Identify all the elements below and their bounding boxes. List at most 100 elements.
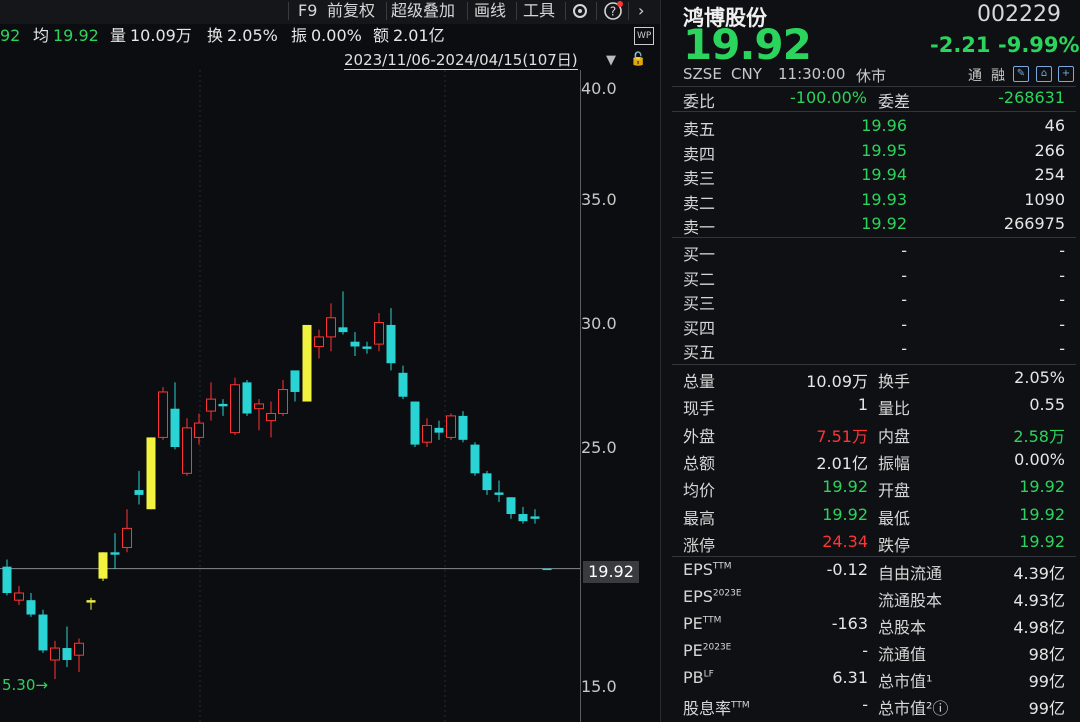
candle bbox=[230, 377, 240, 436]
fund-label: EPS2023E bbox=[683, 587, 742, 606]
last-price: 19.92 bbox=[683, 20, 812, 69]
bid-price[interactable]: - bbox=[901, 241, 907, 260]
stat-label: 开盘 bbox=[878, 481, 911, 501]
bid-level-label: 买二 bbox=[683, 269, 716, 289]
overlay-button[interactable]: 超级叠加 bbox=[391, 0, 455, 22]
fund-label: 自由流通 bbox=[878, 564, 943, 583]
help-icon[interactable]: ? bbox=[603, 0, 623, 22]
bell-icon[interactable]: ⌂ bbox=[1036, 66, 1052, 82]
dropdown-triangle-icon[interactable]: ▼ bbox=[606, 53, 616, 68]
toolbar-divider bbox=[628, 2, 629, 20]
candle bbox=[386, 308, 396, 371]
ask-level-label: 卖三 bbox=[683, 169, 716, 188]
candle-body bbox=[134, 490, 144, 495]
candle-body bbox=[38, 614, 48, 651]
stat-label: 内盘 bbox=[878, 426, 911, 446]
candle bbox=[110, 533, 120, 570]
tools-button[interactable]: 工具 bbox=[523, 0, 555, 22]
candle bbox=[254, 399, 264, 431]
stat-value: 19.92 bbox=[1019, 504, 1065, 524]
bid-level-label: 买四 bbox=[683, 318, 716, 338]
bid-price[interactable]: - bbox=[901, 290, 907, 309]
candle-body bbox=[434, 427, 444, 433]
stat-label: 换手 bbox=[878, 372, 911, 391]
add-icon[interactable]: + bbox=[1058, 66, 1074, 82]
ask-price[interactable]: 19.95 bbox=[861, 141, 907, 160]
bid-volume: - bbox=[1059, 265, 1065, 285]
candle-body bbox=[182, 427, 192, 474]
wp-badge[interactable]: WP bbox=[634, 27, 655, 45]
draw-line-button[interactable]: 画线 bbox=[474, 0, 506, 22]
candle-body bbox=[62, 648, 72, 661]
stat-value: 0.00% bbox=[1014, 449, 1065, 469]
ask-volume: 254 bbox=[1034, 165, 1065, 184]
stat-label: 总量 bbox=[683, 372, 716, 391]
stat-label: 现手 bbox=[683, 399, 716, 419]
edit-icon[interactable]: ✎ bbox=[1013, 66, 1029, 82]
candle bbox=[290, 370, 300, 402]
fund-label: 流通值 bbox=[878, 645, 927, 664]
stat-value: 10.09万 bbox=[806, 372, 868, 391]
ask-price[interactable]: 19.92 bbox=[861, 214, 907, 233]
stat-label: 均价 bbox=[683, 481, 716, 501]
candle-body bbox=[398, 372, 408, 397]
stat-label: 量比 bbox=[878, 399, 911, 419]
stock-code: 002229 bbox=[977, 2, 1061, 27]
ask-price[interactable]: 19.93 bbox=[861, 190, 907, 209]
candle bbox=[410, 401, 420, 447]
candle-body bbox=[254, 403, 264, 410]
gear-icon[interactable] bbox=[571, 0, 589, 22]
candle bbox=[14, 585, 24, 605]
ask-price[interactable]: 19.96 bbox=[861, 116, 907, 135]
fund-value: 99亿 bbox=[1028, 672, 1065, 691]
toolbar-divider bbox=[288, 2, 289, 20]
ask-level-label: 卖五 bbox=[683, 120, 716, 139]
candle-body bbox=[374, 322, 384, 345]
price-partial: 92 bbox=[0, 26, 21, 45]
bid-level-label: 买五 bbox=[683, 343, 716, 362]
restore-right-button[interactable]: 前复权 bbox=[327, 0, 375, 22]
fund-value: 4.39亿 bbox=[1013, 564, 1065, 583]
candle bbox=[74, 638, 84, 672]
candle bbox=[530, 509, 540, 524]
stat-value: 19.92 bbox=[822, 477, 868, 497]
bid-price[interactable]: - bbox=[901, 315, 907, 334]
candle-body bbox=[470, 444, 480, 474]
volume-value: 10.09万 bbox=[130, 26, 192, 45]
quote-time: 11:30:00 bbox=[778, 65, 846, 83]
stat-value: 19.92 bbox=[1019, 477, 1065, 497]
lock-icon[interactable]: 🔓 bbox=[630, 52, 646, 67]
stat-value: 7.51万 bbox=[816, 426, 868, 446]
fund-value: 99亿 bbox=[1028, 699, 1065, 718]
ask-volume: 266 bbox=[1034, 140, 1065, 160]
candle bbox=[350, 332, 360, 357]
candle bbox=[182, 418, 192, 476]
fund-label: PBLF bbox=[683, 668, 714, 687]
candle bbox=[278, 379, 288, 416]
candle-body bbox=[218, 403, 228, 407]
stat-value: 1 bbox=[857, 395, 868, 415]
f9-button[interactable]: F9 bbox=[298, 0, 317, 22]
candle-body bbox=[122, 527, 132, 549]
bid-price[interactable]: - bbox=[901, 266, 907, 285]
chevron-right-icon[interactable]: › bbox=[638, 0, 644, 22]
candle bbox=[62, 626, 72, 668]
fund-label: PE2023E bbox=[683, 641, 732, 660]
fund-value: 4.98亿 bbox=[1013, 618, 1065, 637]
divider bbox=[672, 364, 1076, 365]
date-range-selector[interactable]: 2023/11/06-2024/04/15(107日) bbox=[344, 51, 578, 70]
price-change-pct: -9.99% bbox=[998, 33, 1080, 57]
candle-body bbox=[482, 473, 492, 491]
bid-price[interactable]: - bbox=[901, 339, 907, 358]
candle-body bbox=[2, 566, 12, 593]
candle-body bbox=[206, 398, 216, 412]
stat-value: 19.92 bbox=[1019, 531, 1065, 551]
candlestick-chart[interactable] bbox=[0, 70, 580, 722]
ask-volume: 266975 bbox=[1003, 214, 1065, 233]
ask-price[interactable]: 19.94 bbox=[861, 165, 907, 184]
candle bbox=[542, 568, 552, 571]
candle bbox=[86, 597, 96, 610]
fund-value: 98亿 bbox=[1028, 645, 1065, 664]
candle-body bbox=[314, 336, 324, 347]
y-tick: 30.0 bbox=[581, 314, 617, 333]
